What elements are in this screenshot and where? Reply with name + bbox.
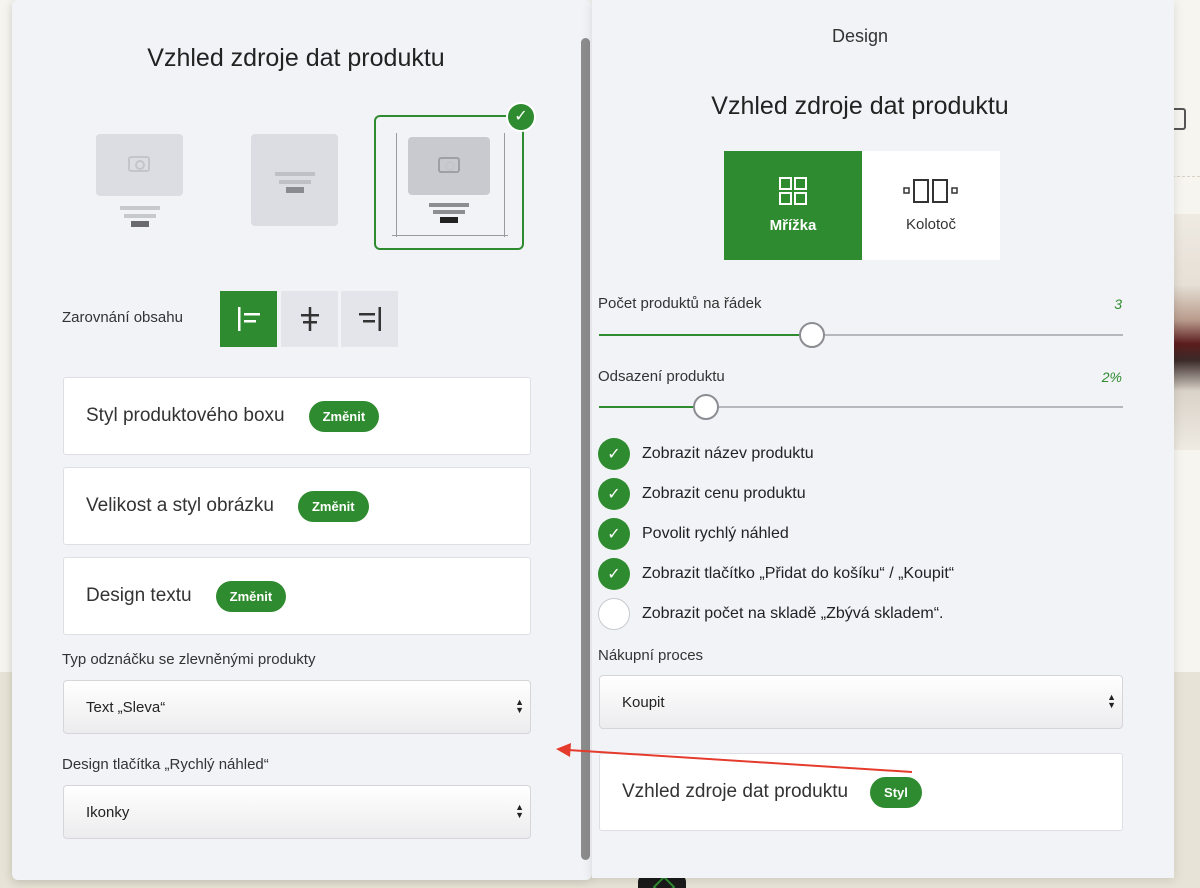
annotation-arrow [556, 743, 913, 773]
